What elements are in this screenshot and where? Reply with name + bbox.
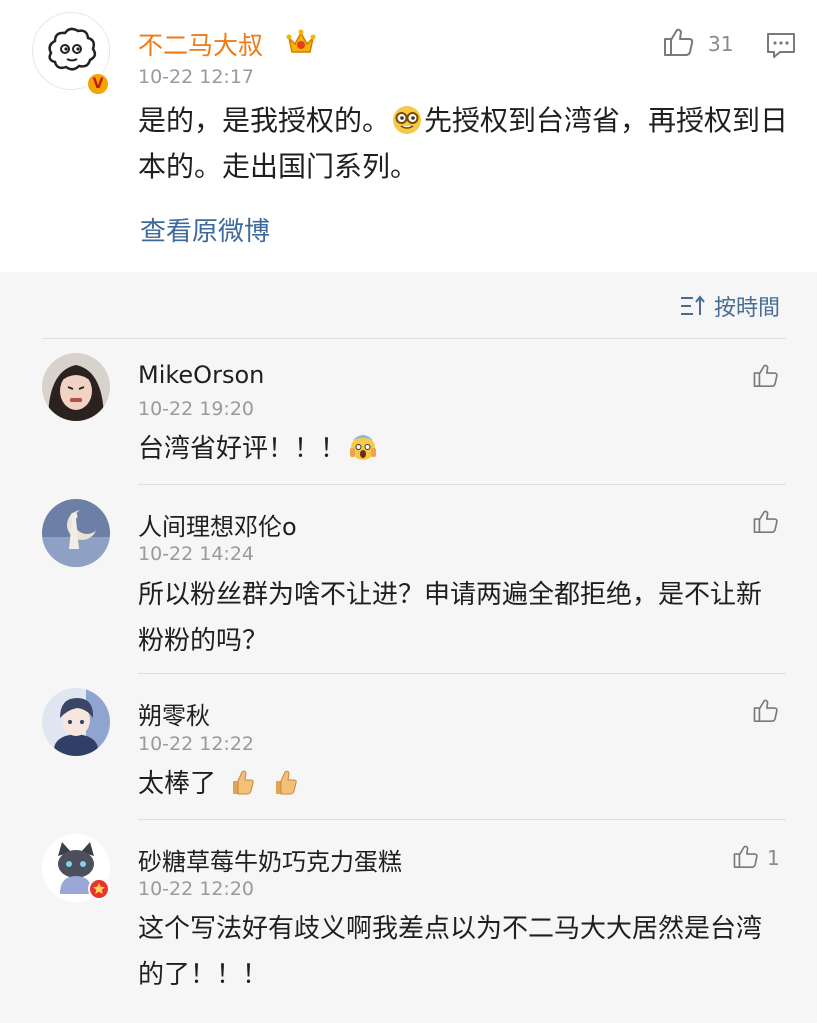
original-post: V 不二马大叔 10-22 12:17 31 是的，是我授权的。 先授权到台湾省… xyxy=(0,0,817,272)
verified-badge-icon: V xyxy=(86,72,110,96)
comment-text: 太棒了 xyxy=(138,761,788,807)
girl-avatar-icon xyxy=(42,353,110,421)
like-icon[interactable] xyxy=(752,362,780,389)
thumbs-up-emoji-icon xyxy=(233,770,255,795)
star-icon xyxy=(93,883,105,894)
like-icon[interactable] xyxy=(662,26,696,58)
anime-boy-avatar-icon xyxy=(42,688,110,756)
comment-icon[interactable] xyxy=(766,32,796,60)
commenter-avatar[interactable] xyxy=(42,688,110,756)
moon-figure-avatar-icon xyxy=(42,499,110,567)
divider xyxy=(138,673,786,674)
member-badge-icon xyxy=(88,878,110,900)
comment-like-count: 1 xyxy=(767,846,780,870)
commenter-name[interactable]: 朔零秋 xyxy=(138,696,210,731)
comment-text: 台湾省好评！！！ xyxy=(138,426,788,472)
view-original-link[interactable]: 查看原微博 xyxy=(140,211,270,248)
post-like-count: 31 xyxy=(708,32,734,56)
comment-timestamp: 10-22 14:24 xyxy=(138,543,255,565)
post-text: 是的，是我授权的。 先授权到台湾省，再授权到日本的。走出国门系列。 xyxy=(138,98,798,190)
thumbs-up-emoji-icon xyxy=(275,770,297,795)
like-icon[interactable] xyxy=(732,843,760,870)
commenter-avatar[interactable] xyxy=(42,353,110,421)
post-author-name[interactable]: 不二马大叔 xyxy=(138,26,263,62)
commenter-name[interactable]: MikeOrson xyxy=(138,361,264,389)
comment-text-content: 太棒了 xyxy=(138,769,217,799)
divider xyxy=(42,338,786,339)
like-icon[interactable] xyxy=(752,508,780,535)
divider xyxy=(138,484,786,485)
sort-icon xyxy=(681,295,705,315)
comment-timestamp: 10-22 19:20 xyxy=(138,398,255,420)
comment-timestamp: 10-22 12:22 xyxy=(138,733,255,755)
sort-label: 按時間 xyxy=(714,296,781,321)
vip-crown-icon xyxy=(286,29,316,53)
sort-by-time-button[interactable]: 按時間 xyxy=(680,290,780,322)
commenter-name[interactable]: 人间理想邓伦o xyxy=(138,507,297,542)
comment-text: 所以粉丝群为啥不让进？申请两遍全都拒绝，是不让新粉粉的吗？ xyxy=(138,580,763,656)
like-icon[interactable] xyxy=(752,697,780,724)
divider xyxy=(138,819,786,820)
comment-timestamp: 10-22 12:20 xyxy=(138,878,255,900)
comment-text: 这个写法好有歧义啊我差点以为不二马大大居然是台湾的了！！！ xyxy=(138,914,763,990)
commenter-name[interactable]: 砂糖草莓牛奶巧克力蛋糕 xyxy=(138,842,402,877)
comment-text-content: 台湾省好评！！！ xyxy=(138,434,347,464)
nerd-glasses-emoji-icon xyxy=(393,106,422,134)
post-text-part-1: 是的，是我授权的。 xyxy=(138,104,391,137)
commenter-avatar[interactable] xyxy=(42,499,110,567)
post-timestamp: 10-22 12:17 xyxy=(138,66,255,88)
scream-emoji-icon xyxy=(350,435,377,460)
